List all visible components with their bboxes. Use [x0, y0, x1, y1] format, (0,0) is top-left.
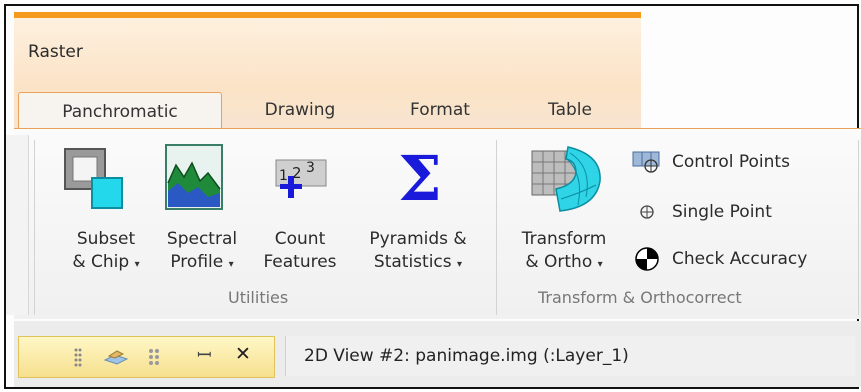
single-point-label: Single Point [672, 202, 772, 222]
grip-icon[interactable] [73, 347, 83, 371]
dropdown-caret-icon: ▾ [228, 259, 234, 270]
dropdown-caret-icon: ▾ [134, 259, 140, 270]
check-accuracy-icon [632, 247, 662, 271]
subset-chip-icon[interactable] [62, 146, 132, 216]
options-icon[interactable] [147, 347, 165, 371]
spectral-profile-line1: Spectral [166, 229, 238, 249]
spectral-profile-button[interactable]: Spectral Profile ▾ [154, 228, 250, 276]
svg-text:1: 1 [279, 168, 288, 184]
count-features-button[interactable]: Count Features [250, 228, 350, 274]
pyramids-line1: Pyramids & [369, 229, 467, 249]
dropdown-caret-icon: ▾ [457, 259, 463, 270]
crosshair-icon [632, 200, 662, 224]
count-features-line2: Features [263, 252, 337, 272]
svg-text:Σ: Σ [398, 142, 442, 210]
group-separator [34, 140, 35, 315]
close-icon[interactable]: ✕ [235, 343, 251, 365]
previous-group-edge [6, 135, 29, 315]
spectral-profile-icon[interactable] [164, 143, 224, 213]
pyramids-line2: Statistics [373, 252, 452, 272]
view-tab[interactable]: 2D View #2: panimage.img (:Layer_1) [285, 336, 855, 376]
control-points-icon [632, 150, 662, 174]
dropdown-caret-icon: ▾ [597, 259, 603, 270]
sigma-icon[interactable]: Σ [396, 140, 446, 215]
count-features-line1: Count [274, 229, 326, 249]
transform-line1: Transform [521, 229, 607, 249]
subset-chip-line1: Subset [76, 229, 136, 249]
tab-table[interactable]: Table [515, 92, 625, 128]
group-separator [496, 140, 497, 315]
transform-line2: & Ortho [525, 252, 593, 272]
pyramids-statistics-button[interactable]: Pyramids & Statistics ▾ [354, 228, 482, 276]
count-features-icon[interactable]: 1 2 3 [264, 148, 334, 218]
spectral-profile-line2: Profile [170, 252, 224, 272]
group-separator [858, 140, 859, 315]
subset-chip-button[interactable]: Subset & Chip ▾ [58, 228, 154, 276]
svg-text:3: 3 [306, 160, 315, 176]
tab-drawing[interactable]: Drawing [240, 92, 360, 128]
check-accuracy-button[interactable]: Check Accuracy [632, 245, 807, 273]
utilities-group-label: Utilities [228, 288, 289, 307]
subset-chip-line2: & Chip [72, 252, 130, 272]
transform-grid-icon[interactable] [530, 145, 604, 215]
layers-icon[interactable] [103, 347, 129, 371]
docked-panel-titlebar: ꟷ ✕ [18, 336, 275, 378]
view-tab-title: 2D View #2: panimage.img (:Layer_1) [304, 346, 629, 366]
tab-format[interactable]: Format [380, 92, 500, 128]
control-points-label: Control Points [672, 152, 790, 172]
tab-panchromatic[interactable]: Panchromatic [18, 92, 222, 130]
control-points-button[interactable]: Control Points [632, 148, 790, 176]
single-point-button[interactable]: Single Point [632, 198, 772, 226]
contextual-group-title: Raster [28, 42, 83, 62]
pin-icon[interactable]: ꟷ [197, 343, 212, 367]
transform-ortho-button[interactable]: Transform & Ortho ▾ [505, 228, 623, 276]
transform-group-label: Transform & Orthocorrect [538, 288, 742, 307]
check-accuracy-label: Check Accuracy [672, 249, 808, 269]
